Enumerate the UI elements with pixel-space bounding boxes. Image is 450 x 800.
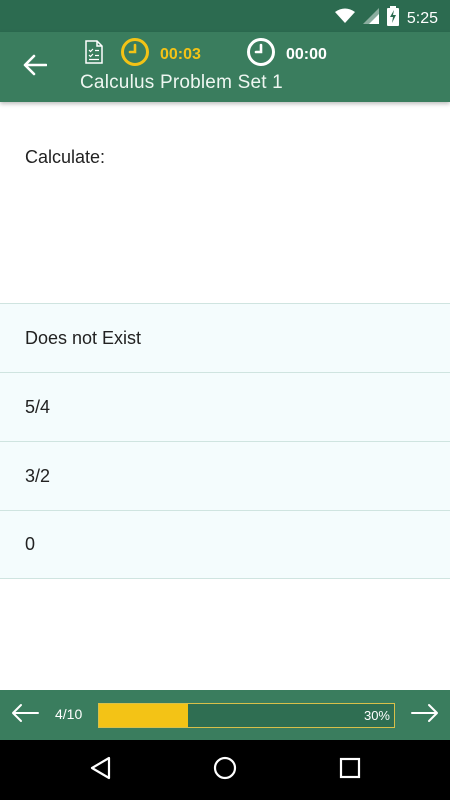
battery-charging-icon [386,6,399,31]
answer-list: Does not Exist 5/4 3/2 0 [0,303,450,579]
system-recents-button[interactable] [335,755,365,785]
answer-option[interactable]: 3/2 [0,441,450,510]
status-icons: 5:25 [334,6,438,31]
answer-option[interactable]: 0 [0,510,450,579]
app-bar: 00:03 00:00 Calculus Problem Set 1 [0,32,450,102]
arrow-right-icon [411,703,439,728]
question-counter: 4/10 [55,706,83,722]
question-navigation-bar: 4/10 30% [0,690,450,740]
elapsed-timer: 00:03 [120,37,201,72]
circle-home-icon [213,756,237,785]
system-navigation-bar [0,740,450,800]
progress-bar: 30% [98,703,395,728]
total-timer: 00:00 [246,37,327,72]
progress-percent: 30% [363,708,390,723]
wifi-icon [334,8,355,29]
question-prompt: Calculate: [25,147,106,167]
answer-option[interactable]: 5/4 [0,372,450,441]
clock-icon [120,37,150,72]
system-back-button[interactable] [85,755,115,785]
arrow-back-icon [23,54,48,81]
clock-time: 5:25 [406,9,438,27]
elapsed-time: 00:03 [160,45,201,63]
system-home-button[interactable] [210,755,240,785]
answer-option[interactable]: Does not Exist [0,303,450,372]
page-title: Calculus Problem Set 1 [80,72,283,93]
status-bar: 5:25 [0,0,450,32]
square-recents-icon [339,757,361,784]
previous-question-button[interactable] [8,698,42,732]
document-checklist-icon[interactable] [84,40,106,64]
arrow-left-icon [11,703,39,728]
triangle-back-icon [89,756,111,785]
total-time: 00:00 [286,45,327,63]
back-button[interactable] [14,46,56,88]
progress-fill [99,704,188,727]
signal-icon [362,8,379,29]
next-question-button[interactable] [408,698,442,732]
clock-icon [246,37,276,72]
